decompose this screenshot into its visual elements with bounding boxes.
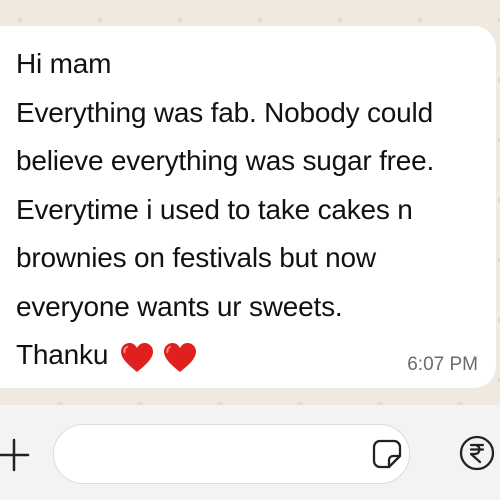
message-line-text: Thanku: [16, 339, 109, 370]
hearts-emoji-group: [120, 332, 200, 381]
message-line: brownies on festivals but now: [16, 242, 376, 273]
message-line: Everything was fab. Nobody could: [16, 96, 433, 128]
message-input[interactable]: [53, 424, 410, 484]
message-text: Hi mam Everything was fab. Nobody could …: [16, 40, 486, 380]
message-line: everyone wants ur sweets.: [16, 290, 343, 322]
rupee-payment-icon[interactable]: [459, 435, 495, 471]
red-heart-icon: [164, 342, 197, 372]
plus-icon[interactable]: [0, 437, 30, 473]
message-timestamp: 6:07 PM: [407, 354, 478, 375]
message-line: Hi mam: [16, 48, 112, 79]
message-line: Everytime i used to take cakes n: [16, 193, 413, 225]
red-heart-icon: [120, 342, 153, 372]
sticker-icon[interactable]: [371, 438, 403, 470]
message-line: believe everything was sugar free.: [16, 145, 435, 176]
